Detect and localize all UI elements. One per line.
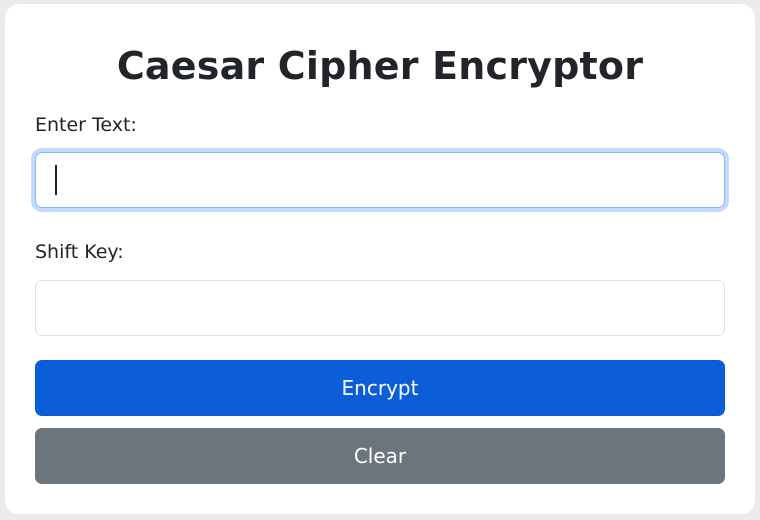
page-title: Caesar Cipher Encryptor (116, 44, 644, 88)
text-input-label: Enter Text: (35, 114, 137, 136)
encrypt-button[interactable]: Encrypt (35, 360, 725, 416)
shift-key-label: Shift Key: (35, 241, 124, 263)
shift-key-input[interactable] (35, 280, 725, 336)
cipher-card: Caesar Cipher Encryptor Enter Text: Shif… (5, 4, 755, 514)
text-input[interactable] (35, 152, 725, 208)
clear-button[interactable]: Clear (35, 428, 725, 484)
text-cursor (55, 165, 57, 195)
